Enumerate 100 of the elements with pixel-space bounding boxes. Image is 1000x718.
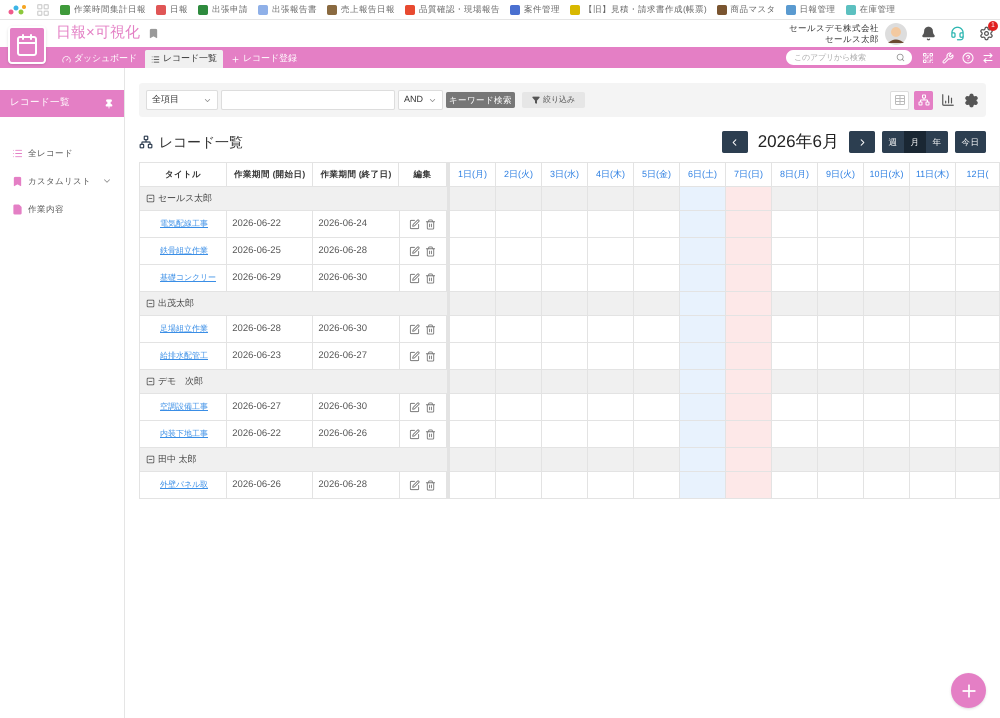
collapse-icon[interactable] [146, 377, 155, 386]
record-title-link[interactable]: 空調設備工事 [160, 401, 208, 413]
operator-select[interactable]: AND [398, 90, 443, 110]
end-date-cell: 2026-06-30 [313, 316, 400, 342]
tree-icon [139, 135, 153, 149]
record-title-link[interactable]: 足場組立作業 [160, 323, 208, 335]
sidebar-item[interactable]: カスタムリスト [0, 167, 124, 195]
keyword-field[interactable] [221, 90, 395, 110]
group-row[interactable]: セールス太郎 [140, 187, 447, 211]
works-logo[interactable] [8, 4, 26, 16]
app-link[interactable]: 案件管理 [510, 3, 560, 16]
day-header: 11日(木) [910, 163, 956, 186]
app-link[interactable]: 日報管理 [786, 3, 836, 16]
help-icon[interactable] [962, 52, 974, 64]
settings-icon[interactable] [979, 26, 994, 41]
gauge-icon [62, 54, 71, 64]
view-mode-tab[interactable]: 月 [904, 131, 926, 153]
delete-icon[interactable] [425, 480, 436, 490]
sidebar-item[interactable]: 全レコード [0, 139, 124, 167]
start-date-cell: 2026-06-23 [227, 343, 314, 369]
add-button[interactable] [951, 673, 986, 708]
collapse-icon[interactable] [146, 299, 155, 308]
app-link[interactable]: 日報 [156, 3, 188, 16]
group-name: 出茂太郎 [158, 296, 194, 310]
user-name: セールス太郎 [825, 34, 879, 44]
settings-icon[interactable] [964, 92, 979, 108]
search-icon[interactable] [896, 53, 905, 62]
collapse-icon[interactable] [146, 194, 155, 203]
app-link[interactable]: 作業時間集計日報 [60, 3, 146, 16]
app-link[interactable]: 品質確認・現場報告 [405, 3, 500, 16]
day-header: 10日(水) [864, 163, 910, 186]
end-date-cell: 2026-06-26 [313, 421, 400, 447]
end-date-cell: 2026-06-24 [313, 211, 400, 237]
calendar-month: 2026年6月 [758, 131, 839, 154]
collapse-icon[interactable] [146, 455, 155, 464]
bookmark-icon [12, 176, 23, 186]
record-title-link[interactable]: 電気配線工事 [160, 218, 208, 230]
app-title: 日報×可視化 [56, 23, 140, 44]
pin-icon[interactable] [104, 98, 114, 108]
support-icon[interactable] [950, 26, 965, 41]
edit-icon[interactable] [409, 480, 420, 490]
edit-icon[interactable] [409, 218, 420, 230]
delete-icon[interactable] [425, 272, 436, 284]
record-title-link[interactable]: 給排水配管工 [160, 350, 208, 362]
record-title-link[interactable]: 基礎コンクリー [160, 272, 216, 284]
edit-icon[interactable] [409, 350, 420, 362]
delete-icon[interactable] [425, 402, 436, 412]
nav-tab[interactable]: レコード一覧 [145, 50, 223, 68]
column-header: 作業期間 (終了日) [313, 163, 400, 186]
today-button[interactable]: 今日 [955, 131, 986, 153]
app-link[interactable]: 出張申請 [198, 3, 248, 16]
view-mode-tab[interactable]: 年 [926, 131, 948, 153]
app-link[interactable]: 売上報告日報 [327, 3, 395, 16]
list-icon [151, 54, 160, 64]
tree-icon [918, 94, 930, 106]
delete-icon[interactable] [425, 246, 436, 256]
document-icon [12, 204, 23, 214]
group-name: セールス太郎 [158, 192, 212, 205]
record-title-link[interactable]: 鉄骨組立作業 [160, 245, 208, 257]
filter-button[interactable]: 絞り込み [522, 92, 585, 108]
edit-icon[interactable] [409, 246, 420, 256]
day-header: 9日(火) [818, 163, 864, 186]
switch-icon[interactable] [982, 52, 994, 64]
bell-icon[interactable] [921, 26, 936, 41]
delete-icon[interactable] [425, 218, 436, 230]
edit-icon[interactable] [409, 272, 420, 284]
app-link[interactable]: 出張報告書 [258, 3, 317, 16]
edit-icon[interactable] [409, 428, 420, 440]
start-date-cell: 2026-06-22 [227, 211, 314, 237]
day-header: 7日(日) [726, 163, 772, 186]
search-field[interactable]: このアプリから検索 [786, 50, 912, 65]
column-header: タイトル [140, 163, 228, 186]
end-date-cell: 2026-06-30 [313, 265, 400, 291]
sidebar-item[interactable]: 作業内容 [0, 195, 124, 223]
delete-icon[interactable] [425, 324, 436, 334]
keyword-search-button[interactable]: キーワード検索 [446, 92, 515, 108]
day-header: 1日(月) [450, 163, 496, 186]
app-link[interactable]: 【旧】見積・請求書作成(帳票) [570, 3, 707, 16]
day-header: 3日(水) [542, 163, 588, 186]
edit-icon[interactable] [409, 402, 420, 412]
delete-icon[interactable] [425, 428, 436, 440]
next-button[interactable] [849, 131, 875, 153]
edit-icon[interactable] [409, 324, 420, 334]
group-row[interactable]: デモ 次郎 [140, 370, 447, 394]
app-link[interactable]: 商品マスタ [716, 3, 776, 16]
group-row[interactable]: 出茂太郎 [140, 292, 447, 316]
field-select[interactable]: 全項目 [146, 90, 218, 110]
group-row[interactable]: 田中 太郎 [140, 448, 447, 472]
previous-button[interactable] [722, 131, 748, 153]
record-title-link[interactable]: 内装下地工事 [160, 428, 208, 440]
bookmark-icon[interactable] [148, 28, 159, 39]
app-link[interactable]: 在庫管理 [846, 3, 896, 16]
company-name: セールスデモ株式会社 [789, 22, 879, 34]
qr-code-icon[interactable] [922, 52, 934, 64]
tree-view-button[interactable] [914, 90, 933, 110]
view-mode-tab[interactable]: 週 [882, 131, 904, 153]
record-title-link[interactable]: 外壁パネル取 [160, 479, 208, 491]
tools-icon[interactable] [942, 52, 954, 64]
delete-icon[interactable] [425, 350, 436, 362]
avatar[interactable] [885, 22, 907, 44]
